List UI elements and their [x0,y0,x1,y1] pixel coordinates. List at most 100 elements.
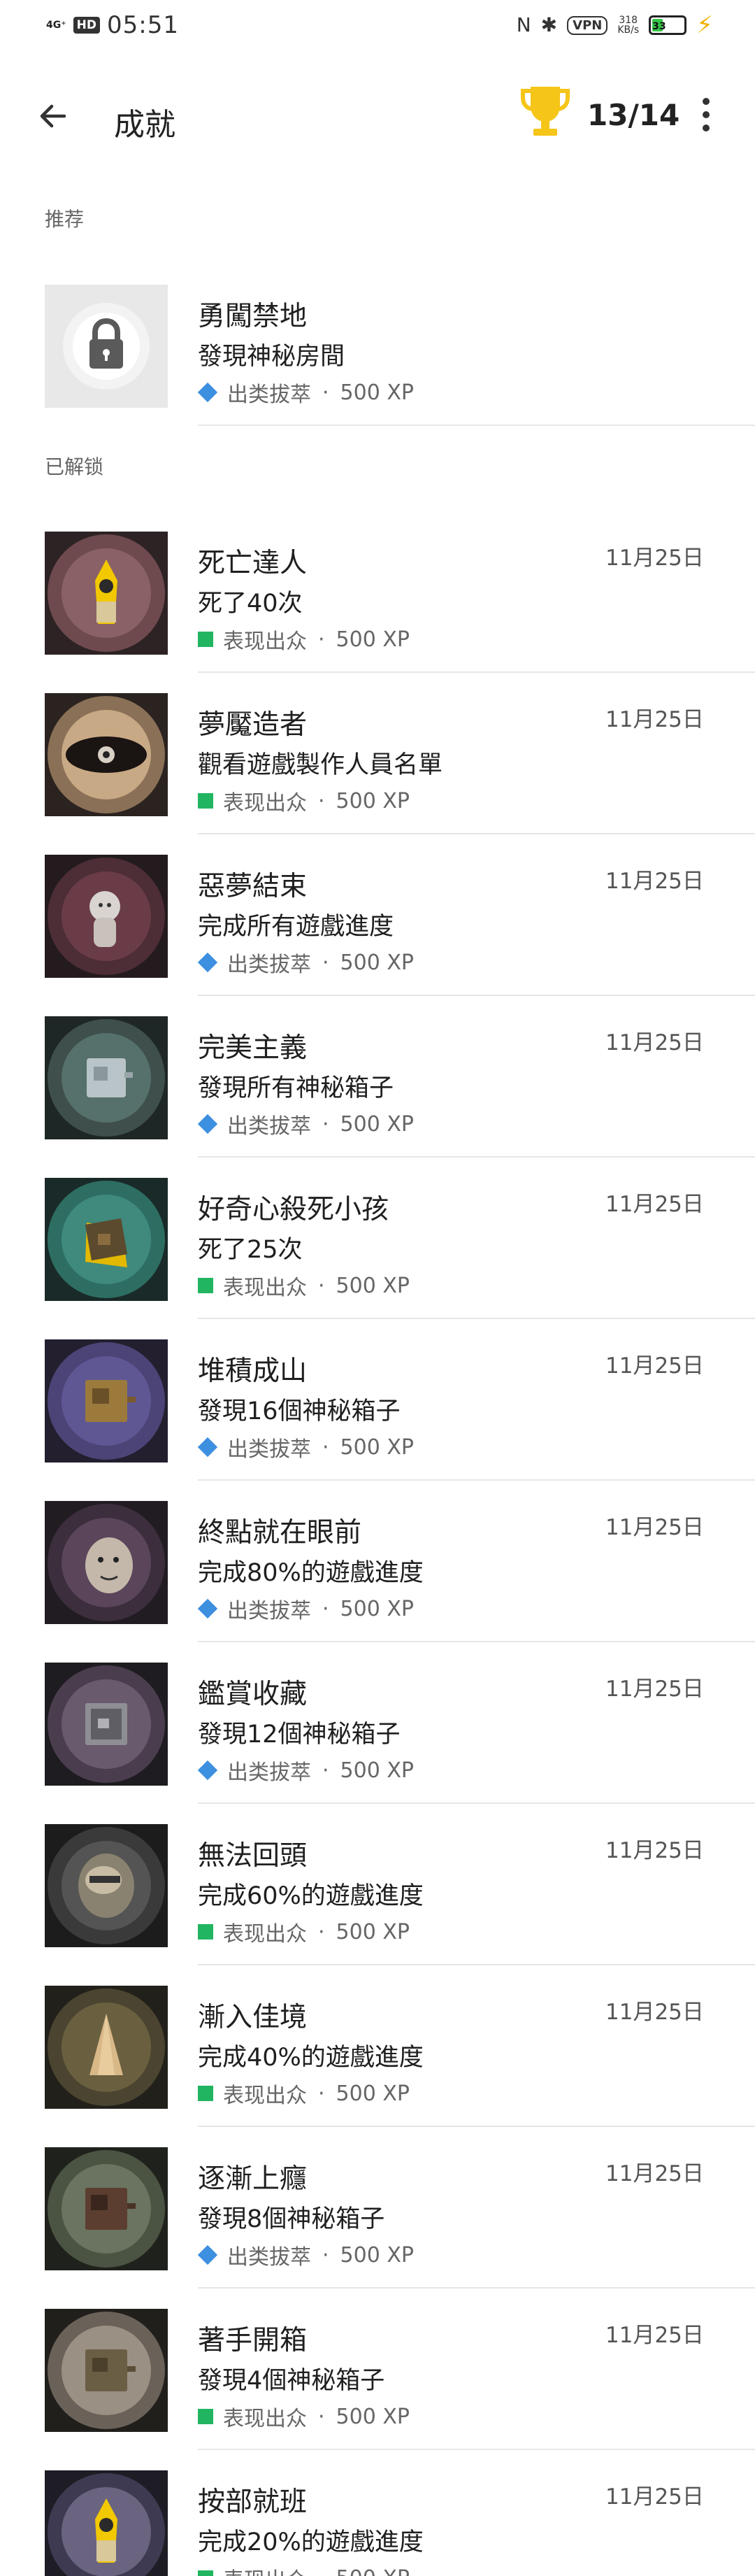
achievement-meta: 表现出众 · 500 XP [198,2078,410,2109]
achievement-description: 死了40次 [198,590,303,618]
achievement-meta: 出类拔萃 · 500 XP [197,1432,414,1463]
rarity-square-icon [198,2086,213,2101]
rarity-diamond-icon [197,2244,218,2265]
rarity-diamond-icon [197,1437,218,1458]
battery-icon: 33 [649,15,687,35]
achievement-meta: 出类拔萃 · 500 XP [197,947,414,978]
separator-dot: · [318,2566,325,2576]
achievement-meta: 表现出众 · 500 XP [198,1916,410,1947]
achievement-item[interactable]: 惡夢結束 完成所有遊戲進度 出类拔萃 · 500 XP 11月25日 [0,839,755,996]
xp-value: 500 XP [336,788,410,813]
achievement-thumbnail [45,532,168,655]
rarity-square-icon [198,632,213,647]
achievement-item[interactable]: 著手開箱 發現4個神秘箱子 表现出众 · 500 XP 11月25日 [0,2293,755,2450]
achievement-description: 發現12個神秘箱子 [198,1721,401,1749]
unlock-date: 11月25日 [605,2000,704,2025]
achievement-meta: 表现出众 · 500 XP [198,624,410,655]
network-speed: 318 KB/s [617,15,639,35]
xp-value: 500 XP [336,2404,410,2429]
achievement-meta: 表现出众 · 500 XP [198,2401,410,2432]
achievement-item[interactable]: 死亡達人 死了40次 表现出众 · 500 XP 11月25日 [0,516,755,673]
achievement-item[interactable]: 好奇心殺死小孩 死了25次 表现出众 · 500 XP 11月25日 [0,1162,755,1319]
achievement-item[interactable]: 夢魘造者 觀看遊戲製作人員名單 表现出众 · 500 XP 11月25日 [0,678,755,834]
section-label-unlocked: 已解锁 [45,455,104,478]
achievement-meta: 表现出众 · 500 XP [198,785,410,816]
divider [198,1479,755,1481]
achievement-title: 勇闖禁地 [198,301,308,332]
rarity-diamond-icon [197,1113,218,1134]
achievement-thumbnail [45,1016,168,1139]
rarity-label: 表现出众 [223,2407,307,2431]
achievement-thumbnail [45,1824,168,1947]
divider [198,1156,755,1158]
achievement-item[interactable]: 鑑賞收藏 發現12個神秘箱子 出类拔萃 · 500 XP 11月25日 [0,1647,755,1804]
more-vert-icon [703,98,710,105]
rarity-label: 表现出众 [223,1922,307,1947]
achievement-thumbnail [45,855,168,978]
achievement-item[interactable]: 按部就班完成20%的遊戲進度表现出众 · 500 XP 11月25日 [0,2455,755,2576]
achievement-description: 完成40%的遊戲進度 [198,2044,424,2072]
xp-value: 500 XP [336,1919,410,1944]
achievement-title: 終點就在眼前 [198,1517,362,1549]
achievement-item[interactable]: 無法回頭 完成60%的遊戲進度 表现出众 · 500 XP 11月25日 [0,1809,755,1965]
achievement-meta: 出类拔萃 · 500 XP [197,377,414,408]
achievement-title: 漸入佳境 [198,2002,308,2033]
divider [198,2126,755,2127]
achievement-meta: 出类拔萃 · 500 XP [197,1593,414,1624]
achievement-recommended[interactable]: 勇闖禁地 發現神秘房間 出类拔萃 · 500 XP [0,269,755,426]
xp-value: 500 XP [336,627,410,652]
unlock-date: 11月25日 [605,1515,704,1540]
rarity-square-icon [198,1278,213,1293]
back-button[interactable] [28,91,78,141]
rarity-square-icon [198,793,213,809]
divider [198,1802,755,1804]
xp-value: 500 XP [336,1273,410,1298]
separator-dot: · [322,1111,329,1137]
achievement-item[interactable]: 逐漸上癮 發現8個神秘箱子 出类拔萃 · 500 XP 11月25日 [0,2132,755,2289]
achievement-thumbnail [45,1501,168,1624]
nfc-icon: N [516,13,531,36]
achievement-description: 發現所有神秘箱子 [198,1074,394,1102]
hd-badge: HD [73,17,100,34]
achievement-title: 著手開箱 [198,2325,308,2356]
divider [198,1318,755,1319]
achievement-meta: 出类拔萃 · 500 XP [197,1109,414,1139]
bluetooth-icon: ✱ [540,13,558,36]
rarity-diamond-icon [197,952,218,973]
speed-unit: KB/s [617,24,640,36]
divider [198,671,755,673]
achievement-thumbnail [45,1663,168,1786]
app-bar: 成就 13/14 [0,70,755,154]
achievement-meta: 表现出众 · 500 XP [198,1270,410,1301]
achievement-description: 完成所有遊戲進度 [198,913,394,941]
xp-value: 500 XP [340,1596,414,1621]
achievement-item[interactable]: 終點就在眼前 完成80%的遊戲進度 出类拔萃 · 500 XP 11月25日 [0,1486,755,1642]
more-options-button[interactable] [685,90,727,140]
separator-dot: · [318,627,325,652]
achievement-description: 完成60%的遊戲進度 [198,1882,424,1910]
page-title: 成就 [114,107,175,143]
trophy-icon [521,84,570,140]
xp-value: 500 XP [340,1435,414,1460]
achievement-item[interactable]: 堆積成山 發現16個神秘箱子 出类拔萃 · 500 XP 11月25日 [0,1324,755,1481]
achievement-item[interactable]: 完美主義 發現所有神秘箱子 出类拔萃 · 500 XP 11月25日 [0,1001,755,1158]
separator-dot: · [322,1758,329,1783]
unlock-date: 11月25日 [605,1030,704,1055]
rarity-label: 出类拔萃 [227,383,311,407]
rarity-label: 表现出众 [223,2563,307,2576]
achievement-item[interactable]: 漸入佳境完成40%的遊戲進度 表现出众 · 500 XP 11月25日 [0,1970,755,2127]
unlock-date: 11月25日 [605,869,704,894]
achievement-meta: 出类拔萃 · 500 XP [197,1755,414,1786]
divider [198,833,755,834]
achievement-description: 死了25次 [198,1236,303,1264]
status-time: 05:51 [106,11,179,39]
achievement-meta: 出类拔萃 · 500 XP [197,2240,414,2270]
divider [198,1641,755,1642]
achievement-description: 發現4個神秘箱子 [198,2367,385,2395]
separator-dot: · [318,1273,325,1298]
separator-dot: · [322,1596,329,1621]
separator-dot: · [318,788,325,813]
network-indicator: 4G⁺ [46,20,66,31]
achievement-title: 鑑賞收藏 [198,1679,308,1710]
separator-dot: · [318,2081,325,2106]
